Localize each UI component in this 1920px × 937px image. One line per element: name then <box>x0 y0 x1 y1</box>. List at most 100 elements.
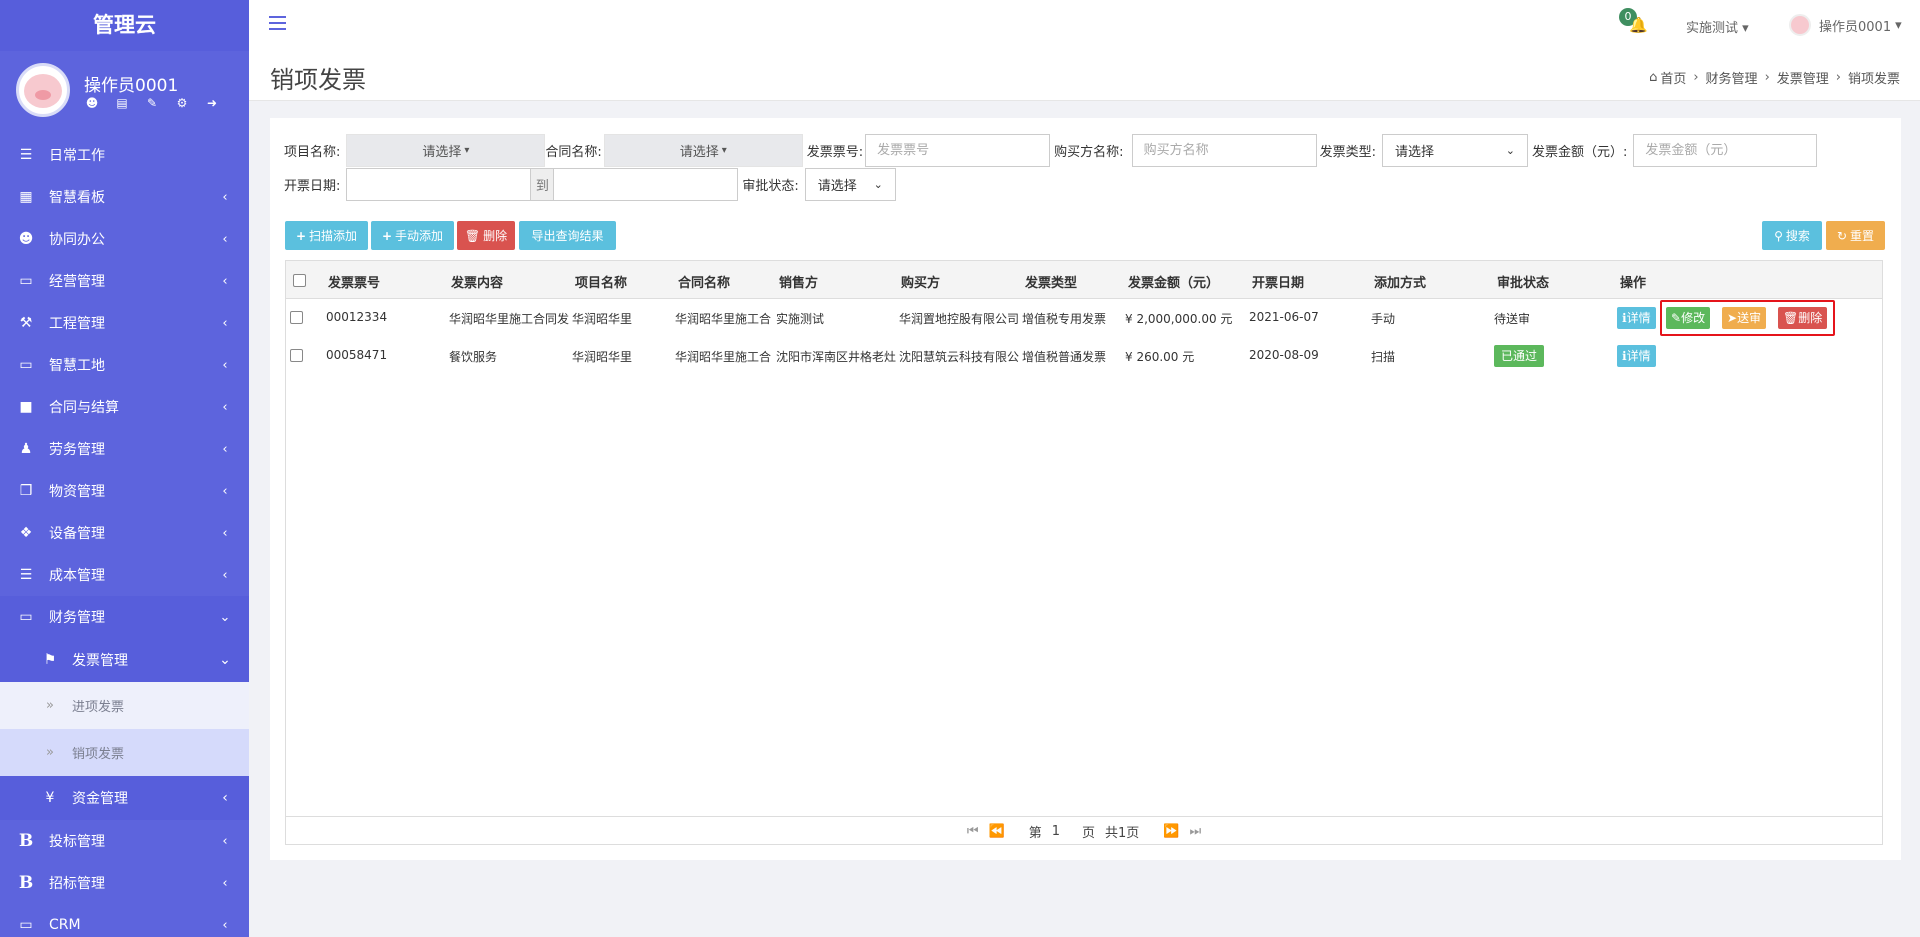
user-dropdown[interactable]: 操作员0001 ▾ <box>1789 14 1902 36</box>
type-select[interactable]: 请选择 ⌄ <box>1381 134 1528 167</box>
th-contract[interactable]: 合同名称 <box>678 272 730 291</box>
chevron-down-icon: ⌄ <box>873 178 883 191</box>
pagination: ⏮ ⏪ 第 1 页 共1页 ⏩ ⏭ <box>286 816 1882 845</box>
sidebar-item-project-mgmt[interactable]: ⚒ 工程管理 ‹ <box>0 302 249 344</box>
project-label: 项目名称: <box>284 145 341 160</box>
total-pages: 共1页 <box>1105 825 1140 841</box>
next-page-icon[interactable]: ⏩ <box>1163 824 1179 839</box>
sidebar-item-collab-office[interactable]: ☻ 协同办公 ‹ <box>0 218 249 260</box>
th-project[interactable]: 项目名称 <box>575 272 627 291</box>
sidebar-item-daily-work[interactable]: ☰ 日常工作 <box>0 134 249 176</box>
th-method[interactable]: 添加方式 <box>1374 272 1426 291</box>
logout-icon[interactable]: ➜ <box>204 96 220 110</box>
search-button[interactable]: ⚲ 搜索 <box>1762 221 1822 250</box>
delete-button[interactable]: 🗑 删除 <box>457 221 515 250</box>
sidebar-item-input-invoice[interactable]: » 进项发票 <box>0 682 249 729</box>
th-seller[interactable]: 销售方 <box>779 272 818 291</box>
profile-name: 操作员0001 <box>84 76 179 96</box>
search-icon: ⚲ <box>1774 228 1783 243</box>
approval-label: 审批状态: <box>742 179 799 194</box>
buyer-label: 购买方名称: <box>1054 145 1124 160</box>
sidebar-item-fund-mgmt[interactable]: ¥ 资金管理 ‹ <box>0 776 249 820</box>
sidebar-item-smart-board[interactable]: ▦ 智慧看板 ‹ <box>0 176 249 218</box>
sidebar-item-finance-mgmt[interactable]: ▭ 财务管理 ⌄ <box>0 596 249 638</box>
sidebar-item-output-invoice[interactable]: » 销项发票 <box>0 729 249 776</box>
th-actions: 操作 <box>1620 276 1647 291</box>
contract-label: 合同名称: <box>545 145 602 160</box>
chevron-left-icon: ‹ <box>222 399 228 415</box>
home-icon: ⌂ <box>1649 70 1658 85</box>
menu-toggle-icon[interactable] <box>269 16 286 30</box>
desktop-icon: ▭ <box>19 609 33 625</box>
double-chevron-right-icon: » <box>46 745 54 760</box>
select-all-checkbox[interactable] <box>293 274 306 287</box>
invoice-no-input[interactable] <box>865 134 1051 167</box>
caret-down-icon: ▾ <box>464 145 470 156</box>
list-icon: ☰ <box>19 567 33 583</box>
user-icon[interactable]: ☻ <box>84 96 100 110</box>
current-page[interactable]: 1 <box>1052 824 1060 839</box>
date-start-input[interactable] <box>346 168 532 201</box>
th-type[interactable]: 发票类型 <box>1025 272 1077 291</box>
table-header: 发票票号 发票内容 项目名称 合同名称 销售方 购买方 发票类型 发票金额（元）… <box>286 261 1882 299</box>
sidebar-item-material-mgmt[interactable]: ❒ 物资管理 ‹ <box>0 470 249 512</box>
sidebar-item-bidding-mgmt[interactable]: B 投标管理 ‹ <box>0 820 249 862</box>
detail-button[interactable]: ℹ详情 <box>1617 307 1656 329</box>
amount-label: 发票金额（元）: <box>1531 145 1628 160</box>
sidebar-item-crm[interactable]: ▭ CRM ‹ <box>0 904 249 937</box>
export-button[interactable]: 导出查询结果 <box>519 221 616 250</box>
reset-button[interactable]: ↻ 重置 <box>1826 221 1885 250</box>
sidebar-item-equipment-mgmt[interactable]: ❖ 设备管理 ‹ <box>0 512 249 554</box>
avatar[interactable] <box>16 63 70 117</box>
buyer-input[interactable] <box>1131 134 1317 167</box>
list-icon: ☰ <box>19 147 33 163</box>
last-page-icon[interactable]: ⏭ <box>1189 824 1201 839</box>
th-content[interactable]: 发票内容 <box>451 272 503 291</box>
project-select[interactable]: 请选择 ▾ <box>346 134 546 167</box>
sidebar-item-invoice-mgmt[interactable]: ⚑ 发票管理 ⌄ <box>0 638 249 682</box>
invoice-table: 发票票号 发票内容 项目名称 合同名称 销售方 购买方 发票类型 发票金额（元）… <box>285 260 1883 845</box>
manual-add-button[interactable]: + 手动添加 <box>371 221 454 250</box>
prev-page-icon[interactable]: ⏪ <box>989 824 1005 839</box>
chevron-left-icon: ‹ <box>222 273 228 289</box>
th-date[interactable]: 开票日期 <box>1252 272 1304 291</box>
detail-button[interactable]: ℹ详情 <box>1617 345 1656 367</box>
amount-input[interactable] <box>1633 134 1818 167</box>
users-icon: ☻ <box>18 231 34 247</box>
th-status[interactable]: 审批状态 <box>1497 272 1549 291</box>
first-page-icon[interactable]: ⏮ <box>967 824 979 839</box>
status-badge: 已通过 <box>1494 345 1545 367</box>
sidebar-item-contract-settlement[interactable]: ■ 合同与结算 ‹ <box>0 386 249 428</box>
sidebar-item-tender-mgmt[interactable]: B 招标管理 ‹ <box>0 862 249 904</box>
breadcrumb-invoice[interactable]: 发票管理 <box>1777 68 1829 87</box>
th-invoice-no[interactable]: 发票票号 <box>328 272 380 291</box>
breadcrumb-home[interactable]: 首页 <box>1660 68 1686 87</box>
key-icon[interactable]: ⚙ <box>174 96 190 110</box>
chevron-right-icon: › <box>1835 70 1841 85</box>
cube-icon: ❒ <box>19 483 33 499</box>
caret-down-icon: ▾ <box>1742 21 1749 36</box>
type-label: 发票类型: <box>1319 145 1376 160</box>
approval-select[interactable]: 请选择 ⌄ <box>804 168 896 201</box>
row-checkbox[interactable] <box>290 349 303 362</box>
bell-icon[interactable]: 🔔 <box>1629 16 1648 34</box>
sidebar-item-business-mgmt[interactable]: ▭ 经营管理 ‹ <box>0 260 249 302</box>
sidebar-item-smart-site[interactable]: ▭ 智慧工地 ‹ <box>0 344 249 386</box>
chevron-left-icon: ‹ <box>222 790 228 806</box>
sidebar-item-labor-mgmt[interactable]: ♟ 劳务管理 ‹ <box>0 428 249 470</box>
sidebar-item-cost-mgmt[interactable]: ☰ 成本管理 ‹ <box>0 554 249 596</box>
th-amount[interactable]: 发票金额（元） <box>1128 272 1219 291</box>
edit-icon[interactable]: ✎ <box>144 96 160 110</box>
breadcrumb-finance[interactable]: 财务管理 <box>1706 68 1758 87</box>
date-end-input[interactable] <box>553 168 739 201</box>
org-dropdown[interactable]: 实施测试 ▾ <box>1686 17 1749 36</box>
chevron-left-icon: ‹ <box>222 567 228 583</box>
th-buyer[interactable]: 购买方 <box>901 272 940 291</box>
id-card-icon[interactable]: ▤ <box>114 96 130 110</box>
chevron-left-icon: ‹ <box>222 875 228 891</box>
contract-select[interactable]: 请选择 ▾ <box>603 134 803 167</box>
desktop-icon: ▭ <box>19 273 33 289</box>
row-checkbox[interactable] <box>290 311 303 324</box>
scan-add-button[interactable]: + 扫描添加 <box>285 221 368 250</box>
file-icon: ■ <box>19 399 33 415</box>
